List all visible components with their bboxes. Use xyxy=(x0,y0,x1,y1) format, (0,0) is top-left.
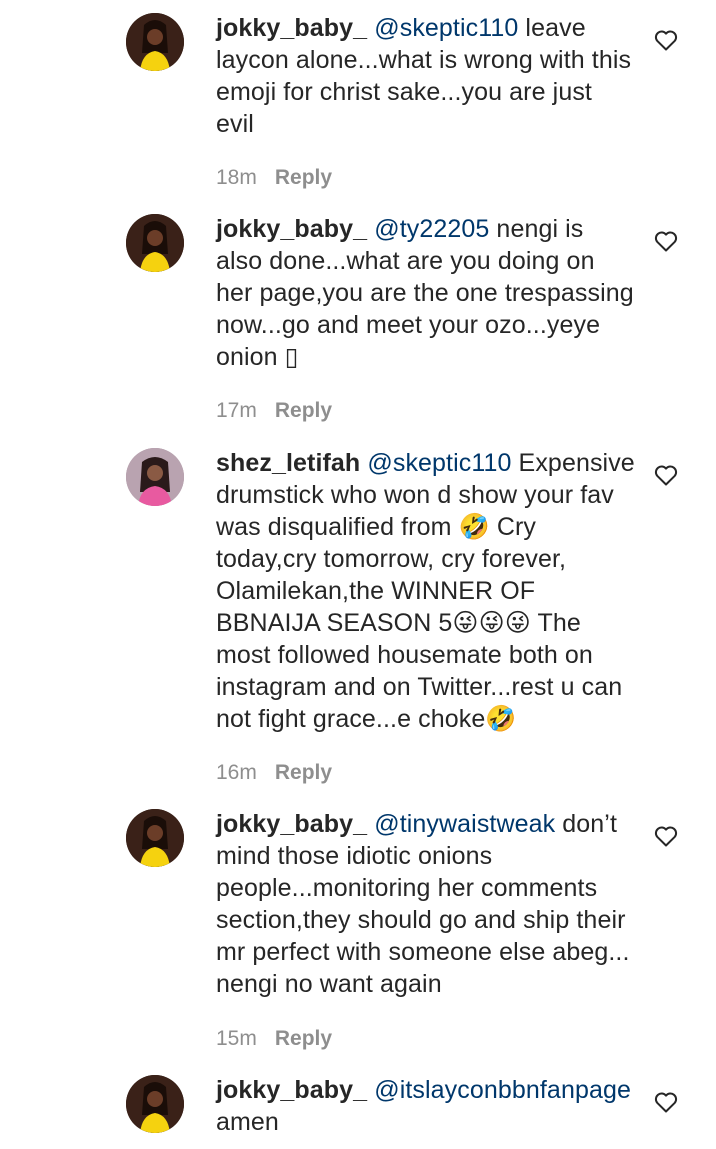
like-button[interactable] xyxy=(654,464,678,486)
avatar[interactable] xyxy=(126,214,184,272)
comment-username[interactable]: jokky_baby_ xyxy=(216,810,367,838)
comment-mention[interactable]: @itslayconbbnfanpage xyxy=(374,1076,631,1104)
comment-meta: 17m Reply xyxy=(216,399,332,423)
avatar[interactable] xyxy=(126,809,184,867)
comment-time: 18m xyxy=(216,166,257,189)
avatar[interactable] xyxy=(126,1075,184,1133)
comment-meta: 18m Reply xyxy=(216,166,332,190)
heart-outline-icon xyxy=(654,231,678,252)
comment-text: jokky_baby_ @skeptic110 leave laycon alo… xyxy=(216,12,636,140)
comment-body: amen xyxy=(216,1108,279,1136)
comment-mention[interactable]: @tinywaistweak xyxy=(374,810,555,838)
comment-time: 16m xyxy=(216,761,257,784)
comment-text: jokky_baby_ @itslayconbbnfanpage amen xyxy=(216,1074,636,1138)
reply-button[interactable]: Reply xyxy=(275,761,332,784)
comment-text: shez_letifah @skeptic110 Expensive drums… xyxy=(216,447,636,735)
comment-text: jokky_baby_ @tinywaistweak don’t mind th… xyxy=(216,808,636,1000)
like-button[interactable] xyxy=(654,29,678,51)
comment-username[interactable]: jokky_baby_ xyxy=(216,14,367,42)
comment-mention[interactable]: @ty22205 xyxy=(374,215,489,243)
comment-username[interactable]: shez_letifah xyxy=(216,449,360,477)
comment-time: 17m xyxy=(216,399,257,422)
like-button[interactable] xyxy=(654,1091,678,1113)
comment-mention[interactable]: @skeptic110 xyxy=(367,449,511,477)
comment-body: don’t mind those idiotic onions people..… xyxy=(216,810,630,998)
comment-username[interactable]: jokky_baby_ xyxy=(216,1076,367,1104)
heart-outline-icon xyxy=(654,465,678,486)
comment-username[interactable]: jokky_baby_ xyxy=(216,215,367,243)
comment-meta: 16m Reply xyxy=(216,761,332,785)
comment-mention[interactable]: @skeptic110 xyxy=(374,14,518,42)
comment-meta: 15m Reply xyxy=(216,1027,332,1051)
reply-button[interactable]: Reply xyxy=(275,1027,332,1050)
avatar[interactable] xyxy=(126,13,184,71)
comment-body: Expensive drumstick who won d show your … xyxy=(216,449,635,733)
comment-text: jokky_baby_ @ty22205 nengi is also done.… xyxy=(216,213,636,373)
comment-time: 15m xyxy=(216,1027,257,1050)
heart-outline-icon xyxy=(654,30,678,51)
heart-outline-icon xyxy=(654,1092,678,1113)
avatar[interactable] xyxy=(126,448,184,506)
reply-button[interactable]: Reply xyxy=(275,399,332,422)
reply-button[interactable]: Reply xyxy=(275,166,332,189)
like-button[interactable] xyxy=(654,230,678,252)
heart-outline-icon xyxy=(654,826,678,847)
like-button[interactable] xyxy=(654,825,678,847)
